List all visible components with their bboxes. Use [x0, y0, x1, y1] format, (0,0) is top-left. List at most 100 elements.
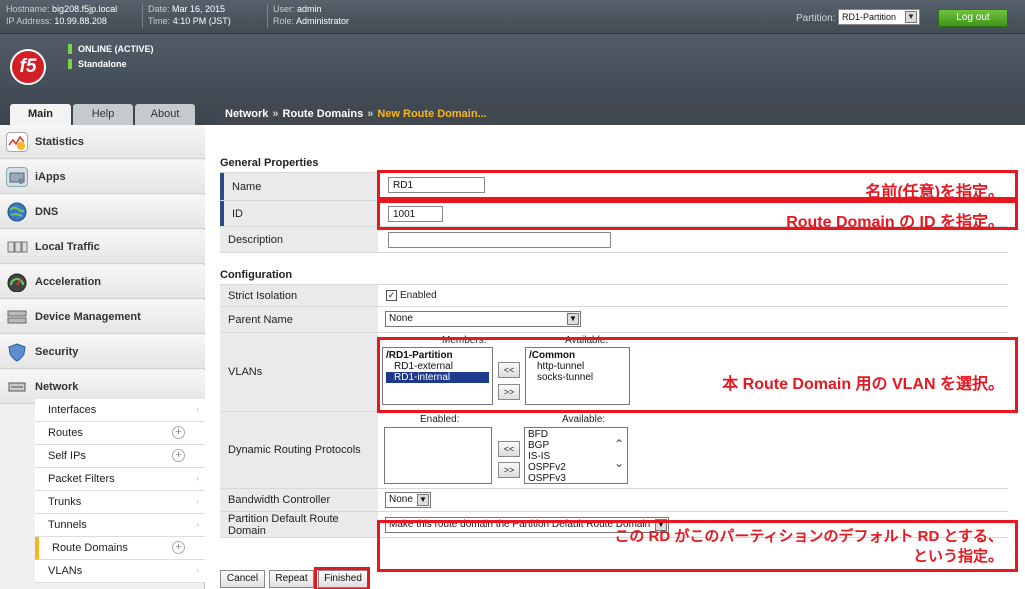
tab-help[interactable]: Help: [73, 104, 133, 125]
drp-available-list[interactable]: BFD BGP IS-IS OSPFv2 OSPFv3 ⌃ ⌄: [524, 427, 628, 484]
subnav-self-ips[interactable]: Self IPs +: [35, 445, 205, 468]
repeat-button[interactable]: Repeat: [269, 570, 314, 588]
user-info: User: admin Role: Administrator: [273, 3, 349, 27]
subnav-label: Packet Filters: [48, 473, 115, 485]
sidebar-item-label: DNS: [35, 206, 59, 218]
sidebar-item-dns[interactable]: DNS: [0, 195, 205, 229]
list-item[interactable]: RD1-internal: [386, 372, 489, 383]
chevron-right-icon: ›: [196, 496, 199, 506]
vlans-label: VLANs: [220, 333, 378, 411]
annotation-vlan-note: 本 Route Domain 用の VLAN を選択。: [722, 376, 1004, 393]
list-item[interactable]: BFD: [528, 429, 624, 440]
list-item[interactable]: BGP: [528, 440, 624, 451]
user-label: User:: [273, 4, 295, 14]
bandwidth-controller-label: Bandwidth Controller: [220, 489, 378, 511]
breadcrumb-route-domains[interactable]: Route Domains: [283, 108, 364, 120]
subnav-label: Trunks: [48, 496, 82, 508]
ip-label: IP Address:: [6, 16, 52, 26]
sidebar-item-acceleration[interactable]: Acceleration: [0, 265, 205, 299]
name-label: Name: [220, 173, 378, 200]
device-management-icon: [6, 307, 28, 327]
date-label: Date:: [148, 4, 170, 14]
subnav-interfaces[interactable]: Interfaces ›: [35, 399, 205, 422]
chevron-right-icon: ›: [196, 565, 199, 575]
row-dynamic-routing: Dynamic Routing Protocols Enabled: Avail…: [220, 412, 1008, 489]
list-item[interactable]: http-tunnel: [529, 361, 626, 372]
name-input[interactable]: [388, 177, 485, 193]
chevron-right-icon: ›: [196, 404, 199, 414]
enabled-header: Enabled:: [420, 414, 460, 425]
section-configuration: Configuration: [220, 269, 293, 281]
subnav-label: VLANs: [48, 565, 83, 577]
move-right-button[interactable]: >>: [498, 462, 520, 478]
subnav-tunnels[interactable]: Tunnels ›: [35, 514, 205, 537]
row-parent-name: Parent Name None ▼: [220, 307, 1008, 333]
add-plus-icon[interactable]: +: [172, 541, 185, 554]
sidebar-item-security[interactable]: Security: [0, 335, 205, 369]
add-plus-icon[interactable]: +: [172, 449, 185, 462]
section-general-properties: General Properties: [220, 157, 319, 169]
chevron-down-icon[interactable]: ▼: [417, 494, 429, 506]
f5-logo: f5: [10, 49, 46, 85]
strict-isolation-checkbox[interactable]: ✓: [386, 290, 397, 301]
breadcrumb: Network» Route Domains» New Route Domain..…: [217, 104, 1025, 125]
cancel-button[interactable]: Cancel: [220, 570, 265, 588]
subnav-trunks[interactable]: Trunks ›: [35, 491, 205, 514]
subnav-label: Tunnels: [48, 519, 87, 531]
subnav-packet-filters[interactable]: Packet Filters ›: [35, 468, 205, 491]
vlans-available-header: Available:: [565, 335, 609, 346]
list-scrollbar[interactable]: ⌃ ⌄: [612, 429, 626, 482]
partition-select[interactable]: RD1-Partition ▼: [838, 9, 920, 25]
chevron-down-icon[interactable]: ▼: [905, 11, 917, 23]
list-item[interactable]: OSPFv2: [528, 462, 624, 473]
id-input[interactable]: [388, 206, 443, 222]
sidebar-item-label: Acceleration: [35, 276, 102, 288]
role-label: Role:: [273, 16, 295, 26]
vlan-available-list[interactable]: /Common http-tunnel socks-tunnel: [525, 347, 630, 405]
vlan-members-list[interactable]: /RD1-Partition RD1-external RD1-internal: [382, 347, 493, 405]
iapps-icon: [6, 167, 28, 187]
tab-main[interactable]: Main: [10, 104, 71, 125]
sidebar-item-local-traffic[interactable]: Local Traffic: [0, 230, 205, 264]
drp-enabled-list[interactable]: [384, 427, 492, 484]
subnav-label: Route Domains: [52, 542, 128, 554]
sidebar-item-label: Security: [35, 346, 79, 358]
chevron-down-icon[interactable]: ▼: [567, 313, 579, 325]
logout-button[interactable]: Log out: [938, 9, 1008, 27]
subnav-routes[interactable]: Routes +: [35, 422, 205, 445]
annotation-id-note: Route Domain の ID を指定。: [786, 214, 1004, 231]
host-info: Hostname: big208.f5jp.local IP Address: …: [6, 3, 117, 27]
move-right-button[interactable]: >>: [498, 384, 520, 400]
list-item[interactable]: IS-IS: [528, 451, 624, 462]
list-item[interactable]: OSPFv3: [528, 473, 624, 484]
sidebar-item-device-management[interactable]: Device Management: [0, 300, 205, 334]
description-input[interactable]: [388, 232, 611, 248]
list-item[interactable]: RD1-external: [386, 361, 489, 372]
add-plus-icon[interactable]: +: [172, 426, 185, 439]
subnav-vlans[interactable]: VLANs ›: [35, 560, 205, 583]
status-online: ONLINE (ACTIVE): [68, 44, 154, 54]
partition-default-rd-value: Make this route domain the Partition Def…: [389, 519, 651, 530]
bandwidth-controller-select[interactable]: None ▼: [385, 492, 431, 508]
sidebar-item-label: Statistics: [35, 136, 84, 148]
annotation-pdrd-note-line2: という指定。: [912, 548, 1003, 565]
sidebar-item-iapps[interactable]: iApps: [0, 160, 205, 194]
subnav-route-domains[interactable]: Route Domains +: [35, 537, 205, 560]
parent-name-select[interactable]: None ▼: [385, 311, 581, 327]
subnav-label: Routes: [48, 427, 83, 439]
tab-about[interactable]: About: [135, 104, 195, 125]
list-item[interactable]: /Common: [529, 350, 626, 361]
hostname-label: Hostname:: [6, 4, 50, 14]
divider: [142, 4, 143, 28]
list-item[interactable]: socks-tunnel: [529, 372, 626, 383]
move-left-button[interactable]: <<: [498, 362, 520, 378]
subnav-label: Interfaces: [48, 404, 97, 416]
sidebar-item-statistics[interactable]: Statistics: [0, 125, 205, 159]
system-info-bar: Hostname: big208.f5jp.local IP Address: …: [0, 0, 1025, 34]
annotation-pdrd-note-line1: この RD がこのパーティションのデフォルト RD とする、: [614, 528, 1003, 545]
list-item[interactable]: /RD1-Partition: [386, 350, 489, 361]
breadcrumb-network[interactable]: Network: [225, 108, 268, 120]
finished-button[interactable]: Finished: [318, 570, 368, 588]
dynamic-routing-label: Dynamic Routing Protocols: [220, 412, 378, 488]
move-left-button[interactable]: <<: [498, 441, 520, 457]
